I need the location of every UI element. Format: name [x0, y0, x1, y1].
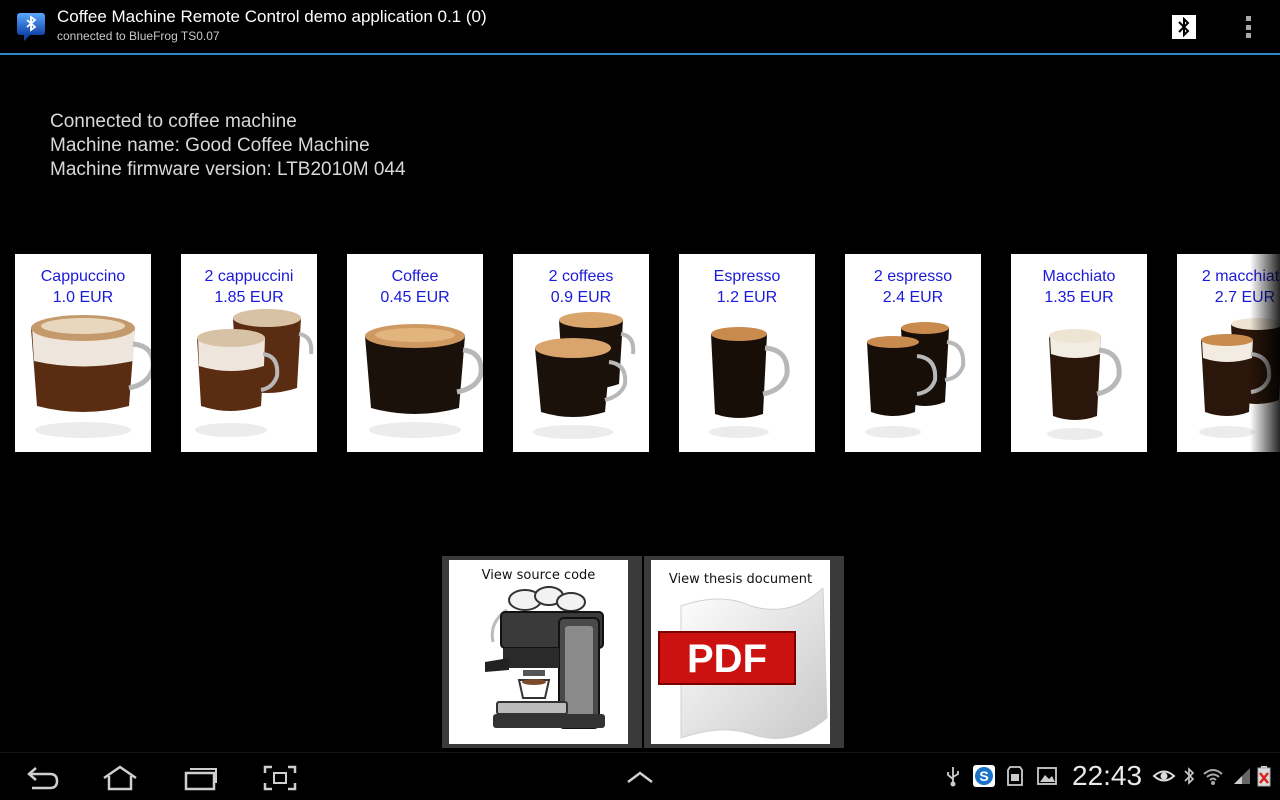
- product-price: 2.4 EUR: [882, 289, 944, 306]
- product-price: 0.9 EUR: [550, 289, 612, 306]
- battery-icon: [1256, 764, 1272, 788]
- view-source-code-button[interactable]: View source code: [449, 560, 628, 744]
- eye-icon: [1152, 764, 1176, 788]
- cappuccino-cup-icon: [31, 315, 151, 438]
- home-icon: [103, 765, 137, 791]
- pdf-badge: PDF: [687, 637, 767, 681]
- product-name: Espresso: [713, 268, 781, 285]
- product-card-2-cappuccini[interactable]: 2 cappuccini 1.85 EUR: [181, 254, 317, 452]
- status-line-machine-name: Machine name: Good Coffee Machine: [50, 135, 370, 156]
- view-thesis-document-button[interactable]: View thesis document PDF: [651, 560, 830, 744]
- espresso-cup-icon: [709, 327, 790, 438]
- svg-text:S: S: [979, 768, 988, 784]
- screenshot-button[interactable]: [260, 763, 300, 793]
- gallery-icon: [1036, 764, 1058, 788]
- two-coffee-cups-icon: [533, 312, 636, 439]
- product-name: 2 cappuccini: [204, 268, 294, 285]
- pdf-icon: PDF: [658, 588, 828, 739]
- product-card-coffee[interactable]: Coffee 0.45 EUR: [347, 254, 483, 452]
- back-button[interactable]: [22, 763, 62, 793]
- scroll-fade-edge: [1250, 254, 1280, 452]
- sd-card-icon: [1006, 764, 1024, 788]
- status-clock: 22:43: [1072, 760, 1143, 791]
- product-name: 2 espresso: [873, 268, 953, 285]
- product-price: 1.85 EUR: [214, 289, 284, 306]
- bluetooth-button[interactable]: [1172, 15, 1196, 39]
- view-source-code-label: View source code: [481, 568, 596, 583]
- view-thesis-document-label: View thesis document: [668, 572, 813, 587]
- action-bar-divider: [0, 53, 1280, 55]
- product-price: 1.0 EUR: [52, 289, 114, 306]
- product-name: Cappuccino: [40, 268, 126, 285]
- product-price: 1.35 EUR: [1044, 289, 1114, 306]
- coffee-cup-icon: [365, 324, 483, 438]
- product-list: Cappuccino 1.0 EUR 2 cappuccini 1.85 EUR…: [0, 254, 1280, 452]
- product-card-cappuccino[interactable]: Cappuccino 1.0 EUR: [15, 254, 151, 452]
- product-name: 2 coffees: [548, 268, 614, 285]
- app-title: Coffee Machine Remote Control demo appli…: [57, 7, 487, 26]
- up-arrow-icon: [627, 771, 653, 783]
- connection-subtitle: connected to BlueFrog TS0.07: [57, 29, 220, 43]
- action-bar: Coffee Machine Remote Control demo appli…: [0, 0, 1280, 55]
- signal-icon: [1232, 764, 1252, 788]
- bluetooth-status-icon: [1182, 764, 1196, 788]
- connection-status: Connected to coffee machine Machine name…: [50, 110, 406, 182]
- view-thesis-document-tile[interactable]: View thesis document PDF: [644, 556, 844, 748]
- product-card-espresso[interactable]: Espresso 1.2 EUR: [679, 254, 815, 452]
- view-source-code-tile[interactable]: View source code: [442, 556, 642, 748]
- product-card-macchiato[interactable]: Macchiato 1.35 EUR: [1011, 254, 1147, 452]
- wifi-icon: [1202, 764, 1224, 788]
- product-name: Coffee: [391, 268, 439, 285]
- usb-icon: [944, 764, 962, 788]
- product-card-2-espresso[interactable]: 2 espresso 2.4 EUR: [845, 254, 981, 452]
- product-name: Macchiato: [1042, 268, 1116, 285]
- back-icon: [27, 767, 59, 790]
- home-button[interactable]: [100, 763, 140, 793]
- product-card-2-coffees[interactable]: 2 coffees 0.9 EUR: [513, 254, 649, 452]
- two-cappuccino-cups-icon: [195, 309, 314, 437]
- espresso-machine-icon: [485, 586, 605, 729]
- screenshot-icon: [263, 765, 297, 791]
- two-espresso-cups-icon: [865, 322, 966, 438]
- bluetooth-app-icon[interactable]: [16, 12, 48, 42]
- status-line-firmware: Machine firmware version: LTB2010M 044: [50, 159, 406, 180]
- product-price: 0.45 EUR: [380, 289, 450, 306]
- product-price: 1.2 EUR: [716, 289, 778, 306]
- overflow-menu-icon[interactable]: [1238, 14, 1258, 40]
- status-line-connected: Connected to coffee machine: [50, 111, 297, 132]
- skype-icon: S: [972, 764, 996, 788]
- recent-apps-icon: [184, 768, 217, 791]
- bluetooth-icon: [1178, 17, 1190, 37]
- show-more-button[interactable]: [620, 763, 660, 793]
- macchiato-cup-icon: [1047, 329, 1122, 440]
- recent-apps-button[interactable]: [180, 763, 220, 793]
